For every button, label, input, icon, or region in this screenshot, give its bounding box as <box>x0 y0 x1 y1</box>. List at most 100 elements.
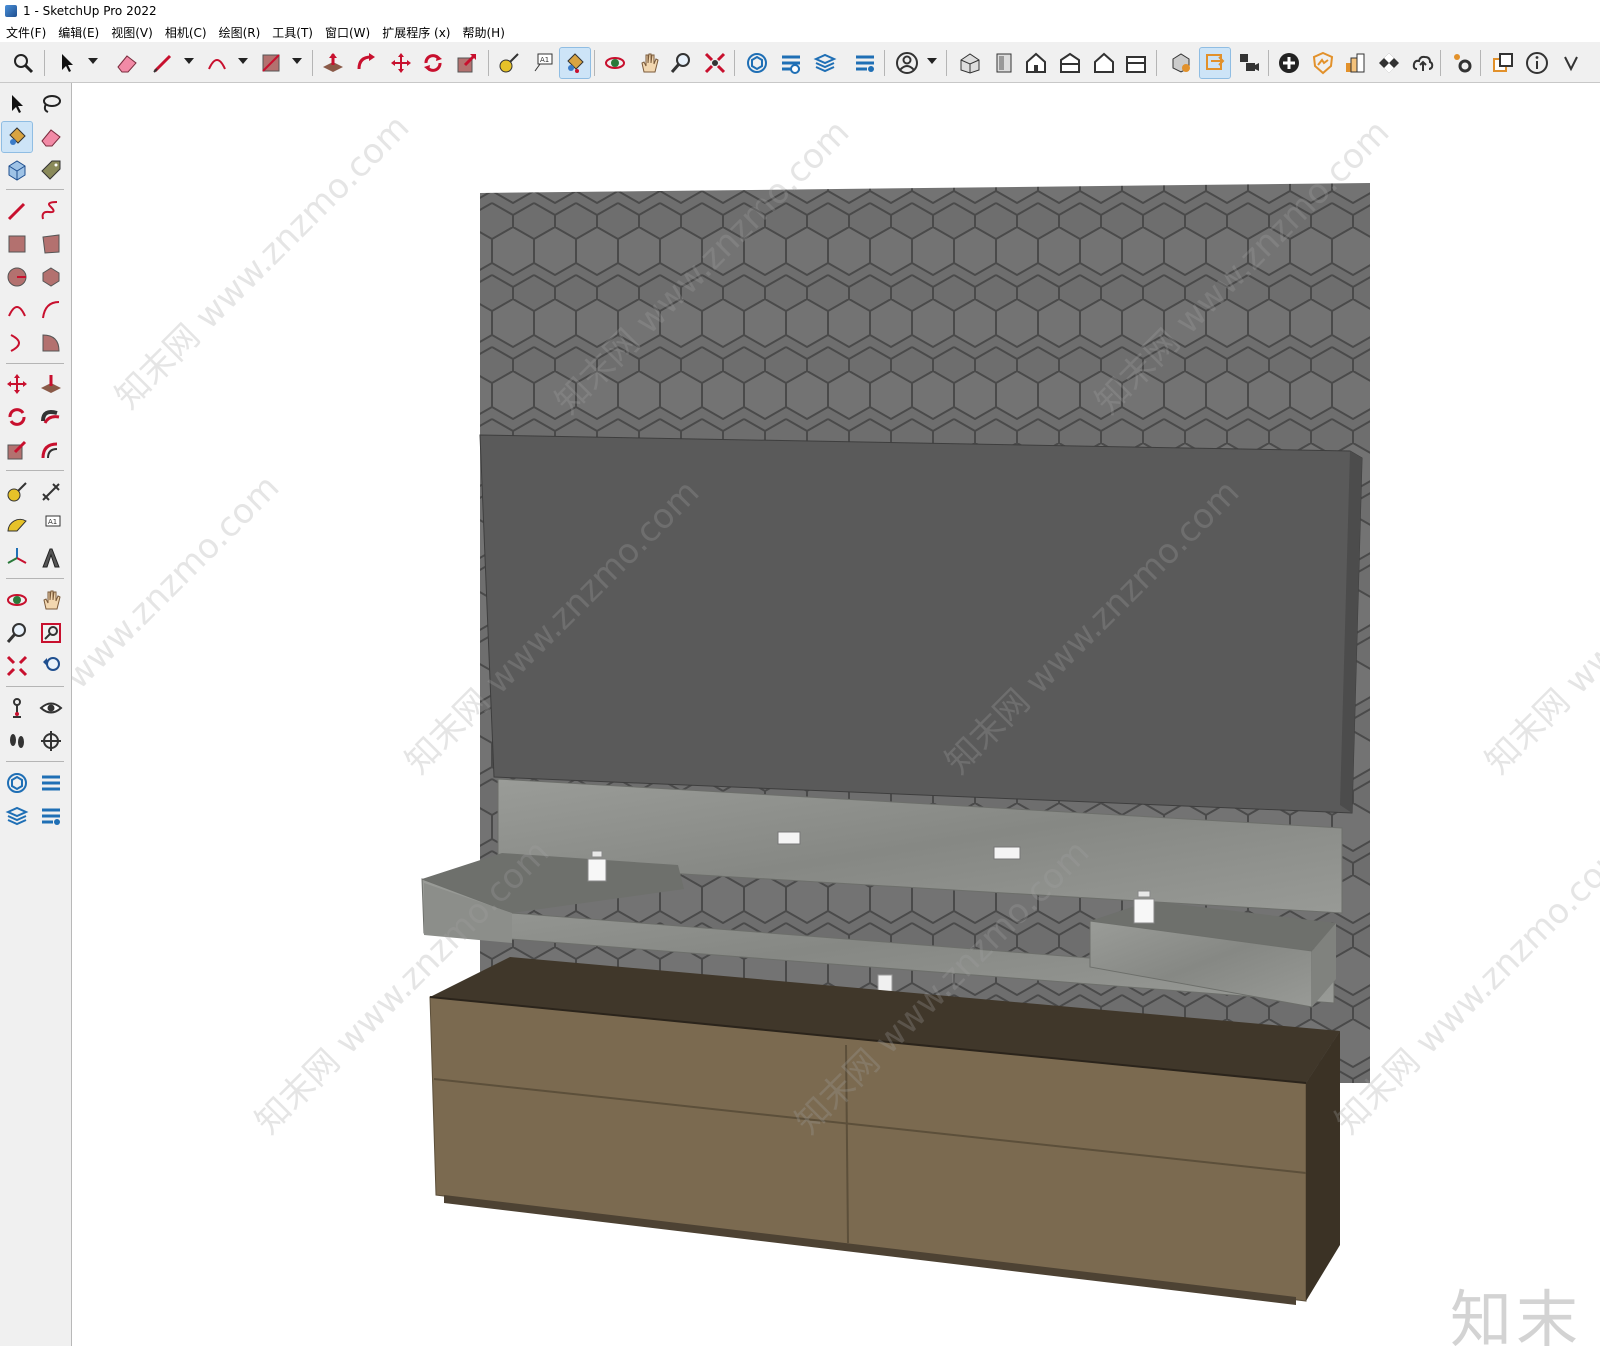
walk-footprints-icon[interactable] <box>2 726 32 756</box>
components-stack-icon[interactable] <box>1340 48 1370 78</box>
extension-warehouse-icon[interactable] <box>36 768 66 798</box>
menu-draw[interactable]: 绘图(R) <box>213 24 267 41</box>
tape-measure-icon[interactable] <box>494 48 524 78</box>
rectangle-icon[interactable] <box>256 48 286 78</box>
follow-me-icon[interactable] <box>352 48 382 78</box>
line-dropdown-caret[interactable] <box>184 58 194 64</box>
orbit-icon[interactable] <box>2 585 32 615</box>
circle-icon[interactable] <box>2 262 32 292</box>
layout-send-icon[interactable] <box>2 801 32 831</box>
back-view-icon[interactable] <box>1089 48 1119 78</box>
terrain-shield-icon[interactable] <box>1308 48 1338 78</box>
freehand-icon[interactable] <box>36 196 66 226</box>
zoom-extents-icon[interactable] <box>700 48 730 78</box>
account-user-icon[interactable] <box>892 48 922 78</box>
push-pull-icon[interactable] <box>318 48 348 78</box>
zoom-extents-icon[interactable] <box>2 651 32 681</box>
lasso-select-icon[interactable] <box>36 89 66 119</box>
menu-extensions[interactable]: 扩展程序 (x) <box>376 24 456 41</box>
paint-bucket-icon[interactable] <box>559 47 591 79</box>
shape-dropdown-caret[interactable] <box>292 58 302 64</box>
eraser-icon[interactable] <box>112 48 142 78</box>
info-icon[interactable] <box>1522 48 1552 78</box>
arc-dropdown-caret[interactable] <box>238 58 248 64</box>
extension-manager-icon[interactable] <box>36 801 66 831</box>
section-plane-icon[interactable] <box>1199 47 1231 79</box>
three-point-arc-icon[interactable] <box>2 328 32 358</box>
push-pull-icon[interactable] <box>36 369 66 399</box>
rectangle-icon[interactable] <box>2 229 32 259</box>
section-plane-icon[interactable] <box>36 726 66 756</box>
menu-help[interactable]: 帮助(H) <box>456 24 510 41</box>
top-view-icon[interactable] <box>989 48 1019 78</box>
style-xray-icon[interactable] <box>1166 48 1196 78</box>
polygon-icon[interactable] <box>36 262 66 292</box>
left-view-icon[interactable] <box>1121 48 1151 78</box>
menu-edit[interactable]: 编辑(E) <box>52 24 105 41</box>
scale-icon[interactable] <box>2 435 32 465</box>
more-overflow-icon[interactable] <box>1556 48 1586 78</box>
text-label-icon[interactable]: A1 <box>36 510 66 540</box>
tape-measure-icon[interactable] <box>2 477 32 507</box>
zoom-icon[interactable] <box>666 48 696 78</box>
menu-tools[interactable]: 工具(T) <box>266 24 319 41</box>
3d-warehouse-icon[interactable] <box>742 48 772 78</box>
protractor-icon[interactable] <box>2 510 32 540</box>
look-around-eye-icon[interactable] <box>36 693 66 723</box>
add-location-icon[interactable] <box>1274 48 1304 78</box>
arc-icon[interactable] <box>202 48 232 78</box>
cloud-upload-icon[interactable] <box>1408 48 1438 78</box>
menu-file[interactable]: 文件(F) <box>0 24 52 41</box>
menu-window[interactable]: 窗口(W) <box>319 24 376 41</box>
extension-manager-icon[interactable] <box>850 48 880 78</box>
scene-camera-icon[interactable] <box>1234 48 1264 78</box>
3d-text-icon[interactable] <box>36 543 66 573</box>
model-viewport[interactable]: 知末网 www.znzmo.com 知末网 www.znzmo.com 知末网 … <box>72 83 1600 1346</box>
pencil-line-icon[interactable] <box>148 48 178 78</box>
orbit-icon[interactable] <box>600 48 630 78</box>
paint-bucket-icon[interactable] <box>1 121 33 153</box>
zoom-window-icon[interactable] <box>36 618 66 648</box>
iso-view-icon[interactable] <box>955 48 985 78</box>
front-view-icon[interactable] <box>1021 48 1051 78</box>
position-camera-icon[interactable] <box>2 693 32 723</box>
3d-warehouse-icon[interactable] <box>2 768 32 798</box>
left-toolbar: A1 <box>0 83 72 1346</box>
rotated-rectangle-icon[interactable] <box>36 229 66 259</box>
pie-icon[interactable] <box>36 328 66 358</box>
pan-hand-icon[interactable] <box>36 585 66 615</box>
offset-icon[interactable] <box>36 435 66 465</box>
two-point-arc-icon[interactable] <box>36 295 66 325</box>
preferences-gear-icon[interactable] <box>1448 48 1478 78</box>
axes-icon[interactable] <box>2 543 32 573</box>
select-dropdown-caret[interactable] <box>88 58 98 64</box>
eraser-icon[interactable] <box>36 122 66 152</box>
zoom-icon[interactable] <box>2 618 32 648</box>
rotate-icon[interactable] <box>2 402 32 432</box>
select-arrow-icon[interactable] <box>52 48 82 78</box>
search-icon[interactable] <box>8 48 38 78</box>
extension-warehouse-icon[interactable] <box>776 48 806 78</box>
arc-icon[interactable] <box>2 295 32 325</box>
move-icon[interactable] <box>2 369 32 399</box>
materials-checker-icon[interactable] <box>1374 48 1404 78</box>
layout-send-icon[interactable] <box>810 48 840 78</box>
account-dropdown-caret[interactable] <box>927 58 937 64</box>
menu-camera[interactable]: 相机(C) <box>159 24 213 41</box>
scale-icon[interactable] <box>452 48 482 78</box>
pencil-line-icon[interactable] <box>2 196 32 226</box>
right-view-icon[interactable] <box>1055 48 1085 78</box>
previous-view-icon[interactable] <box>36 651 66 681</box>
move-icon[interactable] <box>386 48 416 78</box>
dimension-icon[interactable] <box>36 477 66 507</box>
text-label-icon[interactable]: A1 <box>528 48 558 78</box>
menu-view[interactable]: 视图(V) <box>105 24 159 41</box>
tag-icon[interactable] <box>36 155 66 185</box>
outliner-panels-icon[interactable] <box>1488 48 1518 78</box>
rotate-icon[interactable] <box>418 48 448 78</box>
pan-hand-icon[interactable] <box>634 48 664 78</box>
make-component-icon[interactable] <box>2 155 32 185</box>
vanity-wall-model[interactable] <box>72 83 1600 1346</box>
follow-me-icon[interactable] <box>36 402 66 432</box>
select-arrow-icon[interactable] <box>2 89 32 119</box>
